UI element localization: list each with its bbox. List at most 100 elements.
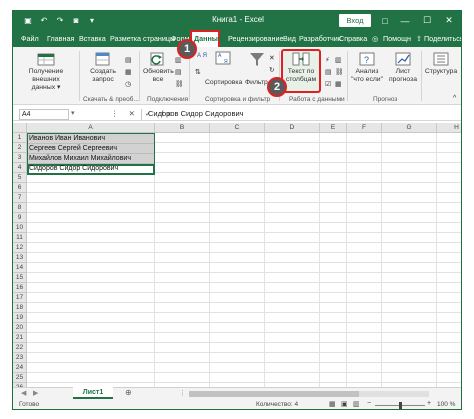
normal-view-icon[interactable]: ▦ <box>329 400 336 408</box>
spreadsheet-grid[interactable]: A B C D E F G H 1 2 3 4 5 6 7 8 9 10 11 12 13 14 15 16 17 18 19 20 2… <box>13 123 461 387</box>
tab-page-layout[interactable]: Разметка страницы <box>110 34 175 43</box>
show-queries-icon[interactable]: ▤ <box>125 57 131 65</box>
row-header-24[interactable]: 24 <box>13 363 27 373</box>
get-external-data-button[interactable]: Получение внешних данных ▾ <box>23 51 69 92</box>
column-header-g[interactable]: G <box>382 123 437 133</box>
close-icon[interactable]: ✕ <box>441 14 457 27</box>
filter-button[interactable] <box>245 51 269 68</box>
relationships-icon[interactable]: ⛓ <box>335 69 344 77</box>
row-header-14[interactable]: 14 <box>13 263 27 273</box>
row-header-7[interactable]: 7 <box>13 193 27 203</box>
sort-za-icon[interactable]: ⇅ <box>195 69 201 77</box>
column-header-f[interactable]: F <box>347 123 382 133</box>
zoom-in-icon[interactable]: + <box>427 400 431 407</box>
share-button[interactable]: Поделиться <box>424 34 461 43</box>
lightbulb-icon[interactable]: ◎ <box>372 34 378 43</box>
zoom-out-icon[interactable]: − <box>367 400 371 407</box>
column-header-a[interactable]: A <box>27 123 155 133</box>
name-box[interactable]: A4 <box>19 109 69 120</box>
row-header-19[interactable]: 19 <box>13 313 27 323</box>
flash-fill-icon[interactable]: ⚡ <box>325 57 330 65</box>
sort-az-icon[interactable]: А Я <box>195 53 209 60</box>
row-header-25[interactable]: 25 <box>13 373 27 383</box>
row-header-17[interactable]: 17 <box>13 293 27 303</box>
tab-insert[interactable]: Вставка <box>79 34 106 43</box>
tab-help[interactable]: Справка <box>339 34 367 43</box>
zoom-level[interactable]: 100 % <box>437 401 455 408</box>
row-header-18[interactable]: 18 <box>13 303 27 313</box>
row-header-15[interactable]: 15 <box>13 273 27 283</box>
sheet-tab-list1[interactable]: Лист1 <box>73 387 113 399</box>
tab-developer[interactable]: Разработчик <box>299 34 341 43</box>
row-header-11[interactable]: 11 <box>13 233 27 243</box>
tab-tell-me[interactable]: Помощн <box>383 34 411 43</box>
column-header-c[interactable]: C <box>210 123 265 133</box>
cell-a1[interactable]: Иванов Иван Иванович <box>29 135 105 142</box>
sheet-prev-icon[interactable]: ◀ <box>21 389 26 397</box>
outline-button[interactable]: Структура <box>423 51 459 76</box>
row-header-6[interactable]: 6 <box>13 183 27 193</box>
row-header-9[interactable]: 9 <box>13 213 27 223</box>
edit-links-icon[interactable]: ⛓ <box>175 81 184 89</box>
tab-view[interactable]: Вид <box>283 34 296 43</box>
column-header-b[interactable]: B <box>155 123 210 133</box>
select-all-corner[interactable] <box>13 123 27 133</box>
page-break-view-icon[interactable]: ▥ <box>353 400 360 408</box>
zoom-slider-handle[interactable] <box>399 402 402 409</box>
share-icon[interactable]: ⇧ <box>416 34 422 43</box>
filter-label[interactable]: Фильтр <box>245 79 268 87</box>
cell-a3[interactable]: Михайлов Михаил Михайлович <box>29 155 131 162</box>
recent-sources-icon[interactable]: ◷ <box>125 81 131 89</box>
from-table-icon[interactable]: ▦ <box>125 69 131 77</box>
row-header-2[interactable]: 2 <box>13 143 27 153</box>
column-header-h[interactable]: H <box>437 123 461 133</box>
tab-file[interactable]: Файл <box>21 34 39 43</box>
what-if-analysis-button[interactable]: ? Анализ "что если" <box>351 51 383 84</box>
clear-filter-icon[interactable]: ✕ <box>269 55 275 63</box>
row-header-10[interactable]: 10 <box>13 223 27 233</box>
tab-home[interactable]: Главная <box>47 34 74 43</box>
column-header-e[interactable]: E <box>320 123 347 133</box>
data-validation-icon[interactable]: ☑ <box>325 81 331 89</box>
name-box-dropdown-icon[interactable]: ▾ <box>71 109 75 117</box>
cell-a4[interactable]: Сидоров Сидор Сидорович <box>29 165 118 172</box>
row-header-5[interactable]: 5 <box>13 173 27 183</box>
page-layout-view-icon[interactable]: ▣ <box>341 400 348 408</box>
forecast-sheet-button[interactable]: Лист прогноза <box>387 51 419 84</box>
create-query-button[interactable]: Создать запрос <box>83 51 123 84</box>
minimize-icon[interactable]: — <box>397 14 413 27</box>
row-header-8[interactable]: 8 <box>13 203 27 213</box>
horizontal-scrollbar[interactable] <box>189 391 429 397</box>
row-header-3[interactable]: 3 <box>13 153 27 163</box>
row-header-16[interactable]: 16 <box>13 283 27 293</box>
sort-label[interactable]: Сортировка <box>205 79 242 87</box>
cell-a2[interactable]: Сергеев Сергей Сергеевич <box>29 145 117 152</box>
reapply-filter-icon[interactable]: ↻ <box>269 67 275 75</box>
refresh-all-button[interactable]: Обновить все <box>143 51 174 84</box>
row-header-1[interactable]: 1 <box>13 133 27 143</box>
formula-input[interactable]: Сидоров Сидор Сидорович <box>141 109 457 120</box>
data-model-icon[interactable]: ▦ <box>335 81 341 89</box>
login-button[interactable]: Вход <box>339 14 371 27</box>
row-header-12[interactable]: 12 <box>13 243 27 253</box>
row-header-13[interactable]: 13 <box>13 253 27 263</box>
ribbon-display-options-icon[interactable]: □ <box>377 14 393 27</box>
row-header-22[interactable]: 22 <box>13 343 27 353</box>
zoom-slider[interactable] <box>375 402 425 409</box>
row-header-20[interactable]: 20 <box>13 323 27 333</box>
row-header-4[interactable]: 4 <box>13 163 27 173</box>
row-header-21[interactable]: 21 <box>13 333 27 343</box>
sort-button[interactable]: A Я <box>211 51 235 66</box>
row-header-23[interactable]: 23 <box>13 353 27 363</box>
sheet-options-icon[interactable]: ⋮ <box>179 389 186 397</box>
connections-icon[interactable]: ▥ <box>175 57 181 65</box>
tab-data[interactable]: Данные <box>194 34 222 43</box>
tab-review[interactable]: Рецензирование <box>228 34 284 43</box>
column-header-d[interactable]: D <box>265 123 320 133</box>
maximize-icon[interactable]: ☐ <box>419 14 435 27</box>
text-to-columns-button[interactable]: Текст по столбцам <box>283 51 319 84</box>
collapse-ribbon-icon[interactable]: ^ <box>453 95 456 103</box>
add-sheet-icon[interactable]: ⊕ <box>125 388 132 397</box>
horizontal-scroll-thumb[interactable] <box>189 391 359 397</box>
properties-icon[interactable]: ▤ <box>175 69 181 77</box>
